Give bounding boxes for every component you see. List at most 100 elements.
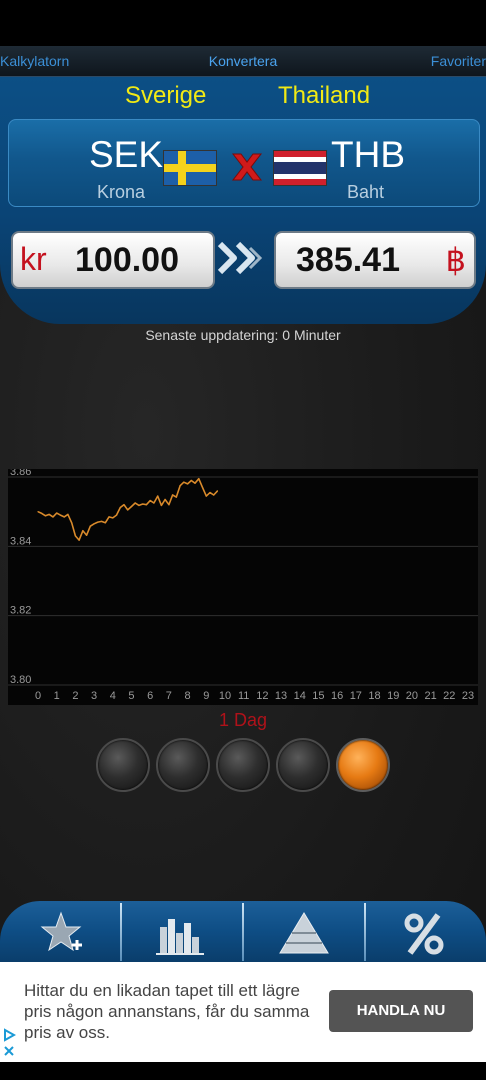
data-point	[86, 534, 88, 536]
data-point	[78, 539, 80, 541]
x-tick-label: 17	[350, 690, 362, 702]
ad-cta-button[interactable]: HANDLA NU	[329, 990, 473, 1032]
data-point	[194, 482, 196, 484]
from-currency-symbol: kr	[20, 241, 47, 277]
x-tick-label: 3	[91, 690, 97, 702]
to-currency-symbol: ฿	[445, 242, 466, 278]
period-button-2[interactable]	[156, 738, 210, 792]
x-tick-label: 6	[147, 690, 153, 702]
x-tick-label: 14	[294, 690, 306, 702]
data-point	[108, 516, 110, 518]
star-add-icon	[40, 911, 82, 952]
data-point	[82, 530, 84, 532]
result-box[interactable]: 385.41 ฿	[274, 231, 476, 289]
rate-chart[interactable]: 3.80 3.82 3.84 3.86 0 1 2 3 4 5 6 7 8 9 10 11 12 13 14 15 16…	[8, 469, 478, 705]
nav-pyramid[interactable]	[248, 907, 358, 959]
data-point	[134, 502, 136, 504]
data-point	[48, 513, 50, 516]
data-point	[56, 512, 58, 514]
period-button-1[interactable]	[96, 738, 150, 792]
data-point	[157, 495, 159, 497]
x-tick-label: 4	[110, 690, 116, 702]
from-amount[interactable]: 100.00	[75, 241, 179, 280]
x-tick-label: 7	[166, 690, 172, 702]
y-tick-label: 3.84	[10, 535, 31, 547]
sweden-flag-icon[interactable]	[163, 150, 217, 186]
data-point	[198, 478, 200, 480]
close-icon[interactable]	[2, 1044, 16, 1058]
data-point	[201, 486, 204, 488]
data-point	[97, 521, 99, 523]
thailand-flag-icon[interactable]	[273, 150, 327, 186]
x-tick-label: 13	[275, 690, 287, 702]
currency-pair-box: SEK Krona THB Baht	[8, 119, 480, 207]
top-tab-bar: Kalkylatorn Konvertera Favoriter	[0, 46, 486, 77]
x-tick-label: 10	[219, 690, 231, 702]
bottom-nav	[0, 901, 486, 963]
data-point	[93, 523, 95, 525]
amount-input[interactable]: kr 100.00	[11, 231, 215, 289]
last-updated-text: Senaste uppdatering: 0 Minuter	[145, 327, 341, 343]
data-point	[216, 490, 219, 492]
nav-chart[interactable]	[126, 907, 236, 959]
x-tick-label: 8	[185, 690, 191, 702]
nav-divider	[120, 903, 122, 961]
x-tick-label: 21	[424, 690, 436, 702]
data-point	[153, 502, 155, 504]
from-currency-code[interactable]: SEK	[89, 134, 163, 176]
from-country[interactable]: Sverige	[125, 82, 206, 110]
x-tick-label: 1	[54, 690, 60, 702]
data-point	[67, 513, 69, 516]
y-tick-label: 3.80	[10, 674, 31, 686]
period-label: 1 Dag	[218, 710, 268, 730]
data-point	[172, 494, 174, 496]
data-point	[89, 525, 91, 527]
data-point	[123, 504, 125, 506]
y-tick-label: 3.86	[10, 469, 31, 478]
to-country[interactable]: Thailand	[278, 82, 370, 110]
status-bar	[0, 0, 486, 46]
data-point	[100, 520, 103, 522]
data-point	[127, 509, 129, 511]
data-point	[190, 479, 192, 482]
data-point	[52, 516, 54, 518]
data-point	[183, 481, 185, 483]
rate-chart-svg: 3.803.823.843.860 1 2 3 4 5 6 7 8 9 10 11 12 13 14 15 16…	[8, 469, 478, 702]
tab-calculator[interactable]: Kalkylatorn	[0, 53, 69, 69]
data-point	[179, 485, 181, 487]
data-point	[104, 522, 106, 524]
x-tick-label: 11	[238, 690, 249, 702]
tab-favorites[interactable]: Favoriter	[431, 53, 486, 69]
data-point	[115, 514, 118, 516]
data-point	[130, 505, 133, 508]
data-point	[119, 506, 121, 509]
x-tick-label: 5	[128, 690, 134, 702]
x-tick-label: 22	[443, 690, 455, 702]
data-point	[145, 504, 148, 506]
nav-divider	[242, 903, 244, 961]
data-point	[186, 483, 189, 485]
ad-banner[interactable]: Hittar du en likadan tapet till ett lägr…	[0, 962, 486, 1062]
data-point	[205, 495, 207, 497]
percent-icon	[404, 913, 444, 955]
x-tick-label: 16	[331, 690, 343, 702]
period-button-3[interactable]	[216, 738, 270, 792]
to-amount: 385.41	[296, 241, 400, 279]
nav-add-favorite[interactable]	[6, 907, 116, 959]
x-tick-label: 15	[312, 690, 324, 702]
double-chevron-right-icon	[217, 241, 263, 275]
x-tick-label: 9	[203, 690, 209, 702]
data-point	[59, 514, 62, 516]
data-point	[71, 522, 73, 524]
period-button-4[interactable]	[276, 738, 330, 792]
x-tick-label: 0	[35, 690, 41, 702]
nav-percent[interactable]	[370, 907, 480, 959]
tab-convert[interactable]: Konvertera	[209, 53, 277, 69]
data-point	[41, 512, 43, 514]
country-names: Sverige Thailand	[0, 82, 486, 112]
data-point	[37, 511, 39, 513]
adchoices-icon[interactable]	[2, 1028, 16, 1042]
swap-icon[interactable]	[227, 150, 267, 184]
period-button-5-active[interactable]	[336, 738, 390, 792]
to-currency-code[interactable]: THB	[331, 134, 405, 176]
